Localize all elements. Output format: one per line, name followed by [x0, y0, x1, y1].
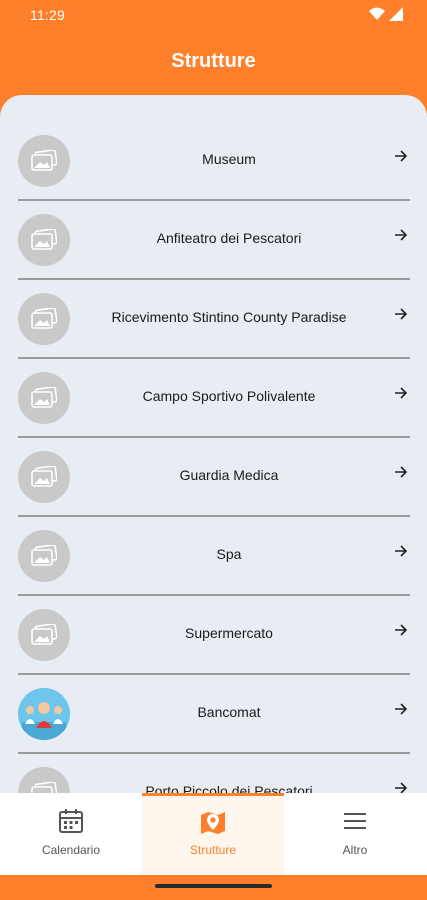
list-item[interactable]: Campo Sportivo Polivalente — [18, 358, 410, 438]
list-item[interactable]: Guardia Medica — [18, 437, 410, 517]
menu-icon — [344, 813, 366, 829]
list-item[interactable]: Porto Piccolo dei Pescatori — [18, 753, 410, 795]
item-label: Spa — [216, 546, 242, 562]
nav-label: Strutture — [189, 843, 237, 857]
list-item[interactable]: Supermercato — [18, 595, 410, 675]
status-time: 11:29 — [30, 7, 65, 23]
arrow-right-icon — [395, 703, 408, 715]
item-label: Bancomat — [197, 704, 261, 720]
arrow-right-icon — [395, 624, 408, 636]
arrow-right-icon — [395, 229, 408, 241]
atm-photo-icon — [18, 688, 70, 740]
image-placeholder-icon — [18, 530, 70, 582]
home-indicator[interactable] — [155, 884, 272, 888]
nav-item-calendario[interactable]: Calendario — [0, 793, 142, 875]
active-tab-indicator — [142, 793, 284, 796]
list-item[interactable]: Bancomat — [18, 674, 410, 754]
item-label: Museum — [202, 151, 256, 167]
nav-item-strutture[interactable]: Strutture — [142, 793, 284, 875]
structures-list[interactable]: Museum Anfiteatro dei Pescatori Ricevime… — [0, 95, 427, 795]
status-bar: 11:29 — [0, 0, 427, 30]
arrow-right-icon — [395, 466, 408, 478]
image-placeholder-icon — [18, 451, 70, 503]
item-label: Guardia Medica — [179, 467, 279, 483]
image-placeholder-icon — [18, 767, 70, 795]
wifi-icon — [369, 7, 385, 20]
nav-label: Altro — [342, 843, 368, 857]
status-icons — [369, 7, 403, 21]
image-placeholder-icon — [18, 135, 70, 187]
arrow-right-icon — [395, 150, 408, 162]
nav-label: Calendario — [41, 843, 101, 857]
list-item[interactable]: Ricevimento Stintino County Paradise — [18, 279, 410, 359]
arrow-right-icon — [395, 387, 408, 399]
image-placeholder-icon — [18, 372, 70, 424]
list-item[interactable]: Spa — [18, 516, 410, 596]
item-label: Supermercato — [185, 625, 273, 641]
signal-icon — [389, 7, 403, 21]
arrow-right-icon — [395, 308, 408, 320]
image-placeholder-icon — [18, 293, 70, 345]
map-pin-icon — [201, 812, 225, 834]
image-placeholder-icon — [18, 609, 70, 661]
page-title: Strutture — [171, 50, 256, 72]
calendar-icon — [59, 809, 83, 833]
arrow-right-icon — [395, 545, 408, 557]
bottom-navigation: Calendario Strutture Altro — [0, 793, 427, 875]
item-label: Anfiteatro dei Pescatori — [156, 230, 302, 246]
nav-item-altro[interactable]: Altro — [284, 793, 426, 875]
item-label: Ricevimento Stintino County Paradise — [111, 309, 347, 325]
item-label: Campo Sportivo Polivalente — [142, 388, 316, 404]
list-item[interactable]: Museum — [18, 121, 410, 201]
image-placeholder-icon — [18, 214, 70, 266]
app-header: Strutture — [0, 30, 427, 94]
list-item[interactable]: Anfiteatro dei Pescatori — [18, 200, 410, 280]
